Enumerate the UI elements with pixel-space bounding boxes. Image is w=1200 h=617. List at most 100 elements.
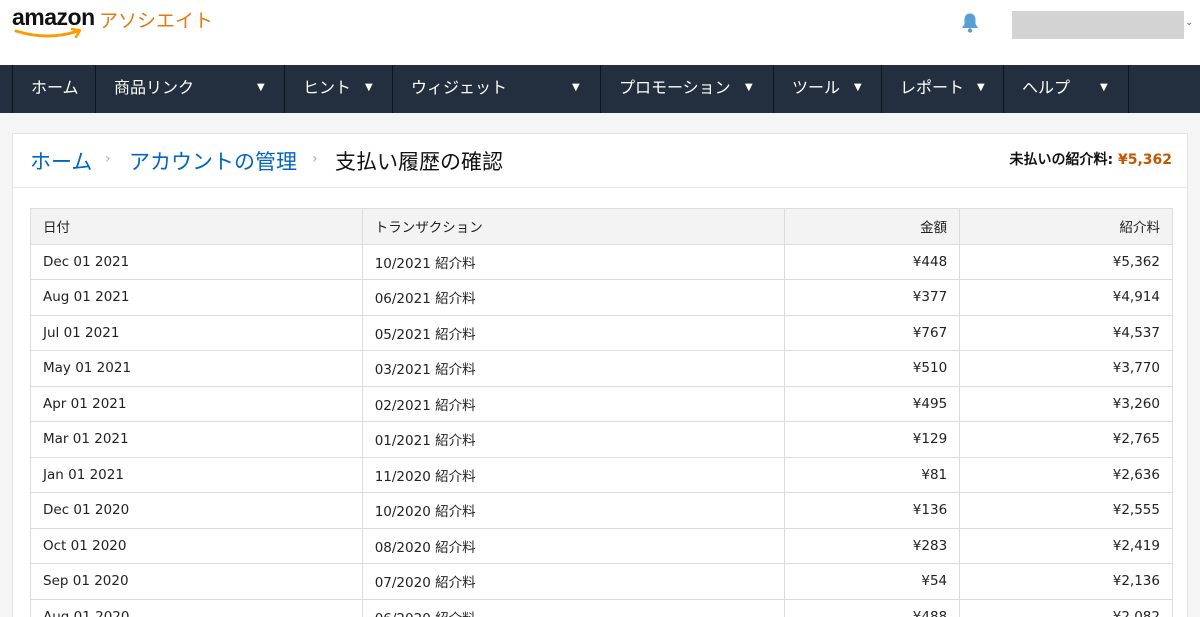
cell-date: Apr 01 2021 — [30, 385, 363, 422]
unpaid-fee: 未払いの紹介料: ¥5,362 — [1009, 149, 1172, 169]
table-row: Jul 01 2021 05/2021 紹介料 ¥767 ¥4,537 — [30, 314, 1173, 351]
column-header-transaction[interactable]: トランザクション — [361, 208, 786, 245]
cell-fee: ¥3,770 — [959, 350, 1173, 387]
cell-date: Aug 01 2020 — [30, 598, 363, 617]
top-header: amazon アソシエイト ⌄ — [0, 0, 1200, 65]
cell-date: May 01 2021 — [30, 350, 363, 387]
nav-item-help[interactable]: ヘルプ ▼ — [1004, 65, 1129, 113]
nav-item-label: ホーム — [31, 78, 79, 97]
cell-transaction: 08/2020 紹介料 — [361, 527, 786, 564]
cell-fee: ¥2,136 — [959, 563, 1173, 600]
table-row: Apr 01 2021 02/2021 紹介料 ¥495 ¥3,260 — [30, 385, 1173, 422]
cell-fee: ¥4,914 — [959, 279, 1173, 316]
nav-item-label: ヘルプ — [1022, 78, 1071, 97]
cell-transaction: 05/2021 紹介料 — [361, 314, 786, 351]
cell-fee: ¥2,419 — [959, 527, 1173, 564]
cell-amount: ¥81 — [784, 456, 961, 493]
cell-amount: ¥136 — [784, 492, 961, 529]
cell-date: Dec 01 2020 — [30, 492, 363, 529]
cell-transaction: 11/2020 紹介料 — [361, 456, 786, 493]
table-row: Dec 01 2021 10/2021 紹介料 ¥448 ¥5,362 — [30, 243, 1173, 280]
table-row: May 01 2021 03/2021 紹介料 ¥510 ¥3,770 — [30, 350, 1173, 387]
caret-down-icon: ▼ — [572, 82, 580, 93]
nav-item-label: 商品リンク — [114, 78, 195, 97]
table-row: Mar 01 2021 01/2021 紹介料 ¥129 ¥2,765 — [30, 421, 1173, 458]
cell-date: Dec 01 2021 — [30, 243, 363, 280]
caret-down-icon: ▼ — [365, 82, 373, 93]
nav-item-hints[interactable]: ヒント ▼ — [285, 65, 393, 113]
nav-item-label: ツール — [792, 78, 841, 97]
bell-icon[interactable] — [958, 11, 982, 35]
cell-date: Jul 01 2021 — [30, 314, 363, 351]
payment-history-panel: ホーム › アカウントの管理 › 支払い履歴の確認 未払いの紹介料: ¥5,36… — [12, 133, 1188, 617]
cell-transaction: 10/2020 紹介料 — [361, 492, 786, 529]
cell-fee: ¥2,082 — [959, 598, 1173, 617]
caret-down-icon: ▼ — [745, 82, 753, 93]
cell-fee: ¥5,362 — [959, 243, 1173, 280]
nav-item-label: ウィジェット — [411, 78, 508, 97]
cell-date: Oct 01 2020 — [30, 527, 363, 564]
table-header-row: 日付 トランザクション 金額 紹介料 — [30, 208, 1173, 245]
table-row: Aug 01 202006/2020 紹介料¥488¥2,082 — [30, 598, 1173, 617]
main-nav: ホーム 商品リンク ▼ ヒント ▼ ウィジェット ▼ プロモーション ▼ ツール… — [0, 65, 1200, 113]
caret-down-icon: ▼ — [854, 82, 862, 93]
account-chevron-down-icon[interactable]: ⌄ — [1185, 17, 1193, 28]
cell-amount: ¥377 — [784, 279, 961, 316]
column-header-date[interactable]: 日付 — [30, 208, 363, 245]
table-row: Dec 01 2020 10/2020 紹介料 ¥136 ¥2,555 — [30, 492, 1173, 529]
cell-transaction: 06/2020 紹介料 — [361, 598, 786, 617]
cell-amount: ¥488 — [784, 598, 961, 617]
caret-down-icon: ▼ — [977, 82, 985, 93]
cell-date: Jan 01 2021 — [30, 456, 363, 493]
cell-fee: ¥3,260 — [959, 385, 1173, 422]
cell-date: Mar 01 2021 — [30, 421, 363, 458]
caret-down-icon: ▼ — [257, 82, 265, 93]
breadcrumb-separator: › — [312, 151, 318, 167]
nav-item-tools[interactable]: ツール ▼ — [774, 65, 882, 113]
column-header-fee[interactable]: 紹介料 — [959, 208, 1173, 245]
cell-amount: ¥767 — [784, 314, 961, 351]
nav-item-label: プロモーション — [619, 78, 731, 97]
smile-arrow-icon — [14, 28, 82, 39]
cell-date: Sep 01 2020 — [30, 563, 363, 600]
table-row: Jan 01 2021 11/2020 紹介料 ¥81 ¥2,636 — [30, 456, 1173, 493]
table-row: Sep 01 2020 07/2020 紹介料 ¥54 ¥2,136 — [30, 563, 1173, 600]
unpaid-fee-value: ¥5,362 — [1117, 152, 1172, 168]
nav-item-home[interactable]: ホーム — [12, 65, 96, 113]
nav-item-product-links[interactable]: 商品リンク ▼ — [96, 65, 285, 113]
cell-transaction: 07/2020 紹介料 — [361, 563, 786, 600]
cell-date: Aug 01 2021 — [30, 279, 363, 316]
table-row: Oct 01 2020 08/2020 紹介料 ¥283 ¥2,419 — [30, 527, 1173, 564]
table-row: Aug 01 2021 06/2021 紹介料 ¥377 ¥4,914 — [30, 279, 1173, 316]
cell-amount: ¥510 — [784, 350, 961, 387]
cell-transaction: 02/2021 紹介料 — [361, 385, 786, 422]
breadcrumb-account[interactable]: アカウントの管理 — [129, 146, 297, 176]
payment-history-table: 日付 トランザクション 金額 紹介料 Dec 01 2021 10/2021 紹介… — [30, 208, 1173, 617]
cell-amount: ¥283 — [784, 527, 961, 564]
cell-amount: ¥495 — [784, 385, 961, 422]
breadcrumb-home[interactable]: ホーム — [30, 146, 92, 176]
nav-item-promotions[interactable]: プロモーション ▼ — [601, 65, 774, 113]
cell-amount: ¥448 — [784, 243, 961, 280]
breadcrumb-separator: › — [105, 151, 111, 167]
nav-item-reports[interactable]: レポート ▼ — [882, 65, 1004, 113]
cell-amount: ¥129 — [784, 421, 961, 458]
cell-transaction: 06/2021 紹介料 — [361, 279, 786, 316]
logo-suffix: アソシエイト — [99, 10, 214, 32]
cell-fee: ¥4,537 — [959, 314, 1173, 351]
cell-amount: ¥54 — [784, 563, 961, 600]
cell-fee: ¥2,636 — [959, 456, 1173, 493]
caret-down-icon: ▼ — [1100, 82, 1108, 93]
cell-transaction: 03/2021 紹介料 — [361, 350, 786, 387]
logo-wordmark: amazon — [12, 4, 95, 30]
cell-fee: ¥2,555 — [959, 492, 1173, 529]
cell-transaction: 01/2021 紹介料 — [361, 421, 786, 458]
column-header-amount[interactable]: 金額 — [784, 208, 961, 245]
nav-item-label: レポート — [900, 78, 965, 97]
panel-header: ホーム › アカウントの管理 › 支払い履歴の確認 未払いの紹介料: ¥5,36… — [13, 134, 1187, 188]
cell-transaction: 10/2021 紹介料 — [361, 243, 786, 280]
account-name-redacted[interactable] — [1012, 11, 1184, 39]
nav-item-label: ヒント — [303, 78, 352, 97]
nav-item-widgets[interactable]: ウィジェット ▼ — [393, 65, 601, 113]
cell-fee: ¥2,765 — [959, 421, 1173, 458]
